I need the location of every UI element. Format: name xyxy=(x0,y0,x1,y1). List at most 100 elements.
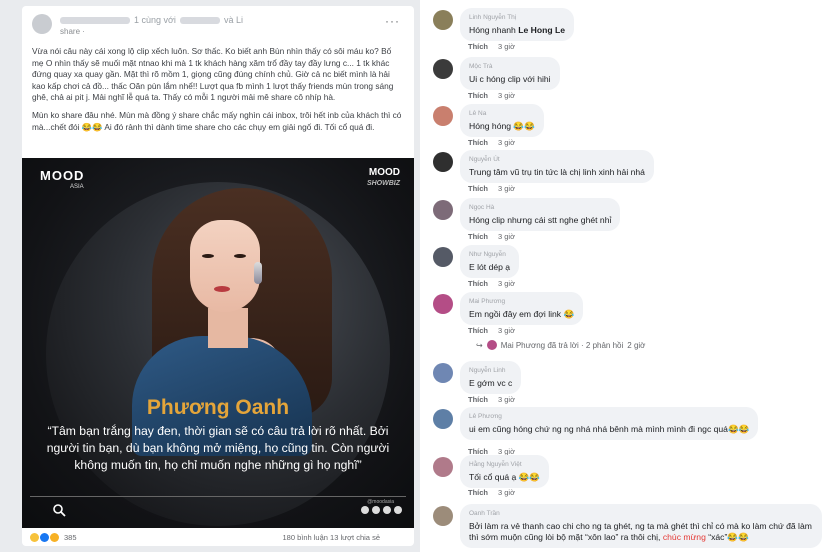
comment-bubble: Lê Phương ui em cũng hóng chứ ng ng nhá … xyxy=(460,407,759,440)
reply-arrow-icon: ↪ xyxy=(476,340,483,350)
post-paragraph: Mùn ko share đâu nhé. Mùn mà đồng ý shar… xyxy=(32,109,402,132)
more-options-icon[interactable]: ··· xyxy=(385,14,400,28)
like-link[interactable]: Thích xyxy=(468,232,488,241)
like-reaction-icon xyxy=(40,533,49,542)
comment-text: Trung tâm vũ trụ tin tức là chị linh xin… xyxy=(469,167,645,177)
commenter-name[interactable]: Hằng Nguyễn Việt xyxy=(469,459,540,470)
comment-time[interactable]: 3 giờ xyxy=(498,138,515,147)
comment-text: ui em cũng hóng chứ ng ng nhá nhá bênh m… xyxy=(469,424,750,434)
commenter-name[interactable]: Nguyễn Linh xyxy=(469,365,512,376)
portrait-eye xyxy=(234,254,246,258)
post-meta: share · xyxy=(60,27,85,36)
commenter-name[interactable]: Mộc Trà xyxy=(469,61,551,72)
post-text: Vừa nói câu này cái xong lộ clip xếch lu… xyxy=(32,46,404,139)
comment-text: Hóng clip nhưng cái stt nghe ghét nhỉ xyxy=(469,215,612,225)
comment-bubble: Như Nguyễn E lót dép ạ xyxy=(460,245,520,278)
avatar[interactable] xyxy=(433,363,453,383)
source-handle: @moodasia xyxy=(367,499,394,505)
comment-bubble: Mộc Trà Ui c hóng clip với hihi xyxy=(460,57,560,90)
haha-reaction-icon xyxy=(30,533,39,542)
mention-link[interactable]: Le Hong Le xyxy=(518,25,565,35)
instagram-icon xyxy=(372,506,380,514)
comment-text: Hóng nhanh xyxy=(469,25,519,35)
portrait-earring xyxy=(254,262,262,284)
comment-text: E gớm vc c xyxy=(469,378,513,388)
comment-bubble: Lê Na Hóng hóng 😂😂 xyxy=(460,104,544,137)
comment-text: Hóng hóng 😂😂 xyxy=(469,121,535,131)
like-link[interactable]: Thích xyxy=(468,42,488,51)
author-avatar[interactable] xyxy=(32,14,52,34)
like-link[interactable]: Thích xyxy=(468,279,488,288)
commenter-name[interactable]: Lê Na xyxy=(469,108,535,119)
avatar[interactable] xyxy=(433,10,453,30)
avatar[interactable] xyxy=(433,409,453,429)
like-link[interactable]: Thích xyxy=(468,395,488,404)
comment-time[interactable]: 3 giờ xyxy=(498,279,515,288)
avatar[interactable] xyxy=(433,200,453,220)
divider xyxy=(30,496,406,497)
commenter-name[interactable]: Oanh Trần xyxy=(469,508,813,519)
comment-actions: Thích 3 giờ xyxy=(468,91,515,100)
quote-text: “Tâm bạn trắng hay đen, thời gian sẽ có … xyxy=(46,424,390,472)
comment-actions: Thích 3 giờ xyxy=(468,232,515,241)
commenter-name[interactable]: Linh Nguyễn Thị xyxy=(469,12,565,23)
portrait-eye xyxy=(202,254,214,258)
like-link[interactable]: Thích xyxy=(468,184,488,193)
reaction-count: 385 xyxy=(64,533,77,542)
commenter-name[interactable]: Như Nguyễn xyxy=(469,249,510,260)
comment-time[interactable]: 3 giờ xyxy=(498,184,515,193)
comment-time[interactable]: 3 giờ xyxy=(498,42,515,51)
comment-text-tail: “xác”😂😂 xyxy=(705,532,749,542)
portrait-neck xyxy=(208,308,248,348)
comment-text: Em ngồi đây em đợi link 😂 xyxy=(469,309,575,319)
highlighted-text: chúc mừng xyxy=(662,532,706,542)
comment-time[interactable]: 3 giờ xyxy=(498,91,515,100)
avatar[interactable] xyxy=(433,247,453,267)
like-link[interactable]: Thích xyxy=(468,326,488,335)
comment-actions: Thích 3 giờ xyxy=(468,326,515,335)
reply-time: 2 giờ xyxy=(627,340,646,350)
like-link[interactable]: Thích xyxy=(468,488,488,497)
mood-showbiz-logo: MOOD SHOWBIZ xyxy=(366,167,400,188)
search-icon xyxy=(53,504,66,517)
commenter-name[interactable]: Lê Phương xyxy=(469,411,749,422)
post-author[interactable]: 1 cùng với và Li xyxy=(60,15,243,25)
avatar[interactable] xyxy=(433,106,453,126)
avatar[interactable] xyxy=(433,506,453,526)
view-replies-link[interactable]: ↪ Mai Phương đã trả lời · 2 phản hồi 2 g… xyxy=(476,340,645,350)
commenter-name[interactable]: Mai Phương xyxy=(469,296,574,307)
like-link[interactable]: Thích xyxy=(468,138,488,147)
like-link[interactable]: Thích xyxy=(468,91,488,100)
avatar[interactable] xyxy=(433,457,453,477)
comment-bubble: Linh Nguyễn Thị Hóng nhanh Le Hong Le xyxy=(460,8,575,41)
comment-time[interactable]: 3 giờ xyxy=(498,488,515,497)
replier-avatar xyxy=(486,340,497,350)
comment-bubble: Nguyễn Linh E gớm vc c xyxy=(460,361,522,394)
avatar[interactable] xyxy=(433,294,453,314)
comment-text: Bởi làm ra vẻ thanh cao chi cho ng ta gh… xyxy=(469,521,812,542)
quote-author-name: Phương Oanh xyxy=(146,396,290,419)
post-paragraph: Vừa nói câu này cái xong lộ clip xếch lu… xyxy=(32,46,394,103)
comment-time[interactable]: 3 giờ xyxy=(498,232,515,241)
comment-actions: Thích 3 giờ xyxy=(468,184,515,193)
comments-panel: Linh Nguyễn Thị Hóng nhanh Le Hong Le Th… xyxy=(420,0,829,552)
facebook-post: 1 cùng với và Li share · ··· Vừa nói câu … xyxy=(22,6,414,546)
comment-actions: Thích 3 giờ xyxy=(468,488,515,497)
comment-bubble: Ngọc Hà Hóng clip nhưng cái stt nghe ghé… xyxy=(460,198,621,231)
post-header: 1 cùng với và Li share · ··· xyxy=(22,6,414,42)
reaction-summary[interactable]: 385 xyxy=(30,533,77,542)
mood-asia-logo: MOOD xyxy=(40,168,85,183)
commenter-name[interactable]: Nguyễn Út xyxy=(469,154,645,165)
post-image[interactable]: MOOD ASIA MOOD SHOWBIZ Phương Oanh “Tâm … xyxy=(22,158,414,528)
post-footer: 385 180 bình luận 13 lượt chia sẻ xyxy=(22,528,414,546)
avatar[interactable] xyxy=(433,59,453,79)
comment-actions: Thích 3 giờ xyxy=(468,395,515,404)
commenter-name[interactable]: Ngọc Hà xyxy=(469,202,611,213)
wow-reaction-icon xyxy=(50,533,59,542)
avatar[interactable] xyxy=(433,152,453,172)
post-stats[interactable]: 180 bình luận 13 lượt chia sẻ xyxy=(282,533,380,542)
comment-bubble: Oanh Trần Bởi làm ra vẻ thanh cao chi ch… xyxy=(460,504,822,548)
comment-time[interactable]: 3 giờ xyxy=(498,326,515,335)
comment-text: Ui c hóng clip với hihi xyxy=(469,74,551,84)
comment-time[interactable]: 3 giờ xyxy=(498,395,515,404)
